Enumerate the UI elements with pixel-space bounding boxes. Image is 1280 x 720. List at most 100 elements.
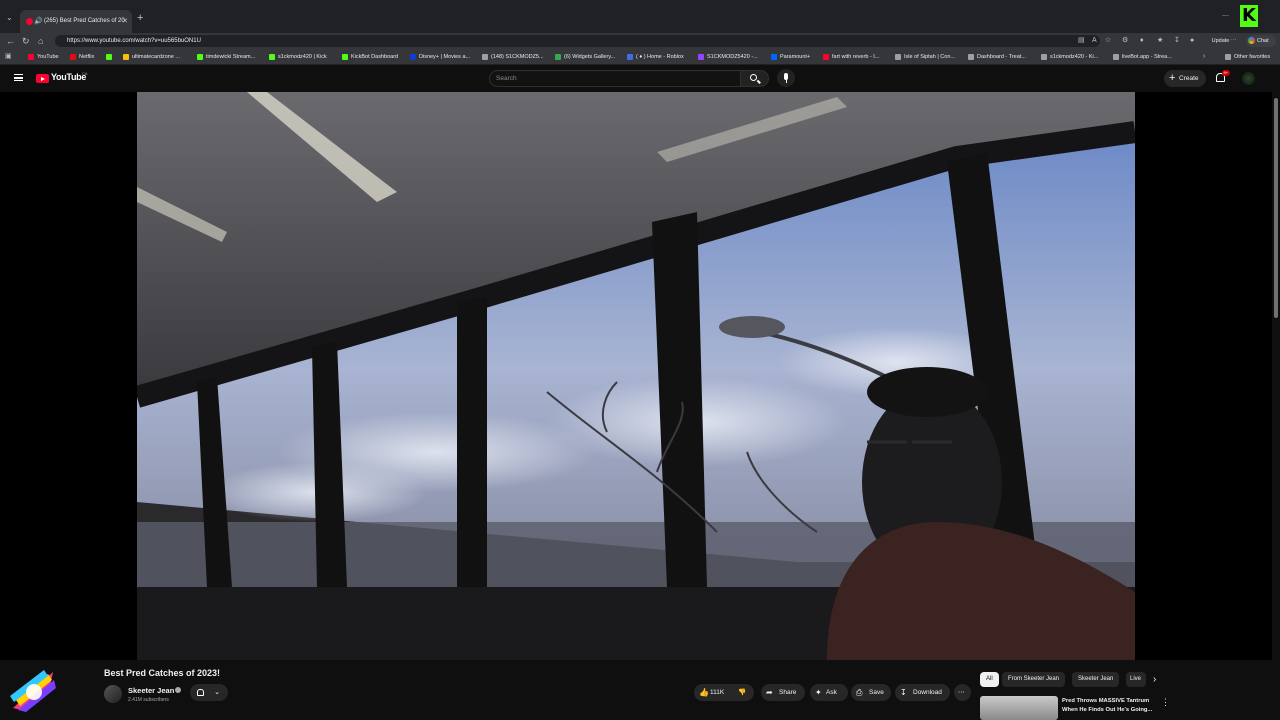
youtube-wordmark[interactable]: YouTube	[51, 72, 86, 82]
address-bar-row: ← ↻ ⌂ https://www.youtube.com/watch?v=uu…	[0, 33, 1280, 49]
video-title: Best Pred Catches of 2023!	[104, 668, 221, 678]
like-button[interactable]: 👍 111K 👎	[694, 684, 754, 701]
share-button[interactable]: ➦ Share	[761, 684, 805, 701]
create-button[interactable]: Create	[1164, 70, 1206, 87]
bookmark-paramount-plus[interactable]: Paramount+	[771, 49, 810, 65]
bookmarks-bar: ▣ YouTube Netflix ultimatecardzone ... t…	[0, 49, 1280, 65]
more-actions-button[interactable]: ⋯	[954, 684, 971, 701]
share-label: Share	[779, 689, 797, 696]
recommended-video-thumbnail[interactable]	[980, 696, 1058, 720]
bookmark-kick-icon-only[interactable]	[106, 49, 115, 65]
bookmark-youtube[interactable]: YouTube	[28, 49, 59, 65]
voice-search-mic-icon[interactable]	[777, 69, 795, 87]
youtube-logo-icon[interactable]	[36, 74, 49, 83]
bookmark-other-favorites[interactable]: Other favorites	[1225, 49, 1270, 65]
bookmark-timdewicki[interactable]: timdewicki Stream...	[197, 49, 255, 65]
search-icon	[750, 74, 757, 81]
notification-badge: 9+	[1222, 70, 1230, 76]
chips-next-chevron-icon[interactable]: ›	[1153, 674, 1156, 685]
download-icon[interactable]: ↧	[1174, 33, 1180, 49]
kick-logo-icon: K	[1240, 5, 1258, 27]
subscriber-count: 2.41M subscribers	[128, 697, 169, 703]
video-info-bar: Best Pred Catches of 2023! Skeeter Jean …	[0, 660, 1280, 720]
audio-playing-icon[interactable]: 🔊	[34, 10, 43, 33]
download-label: Download	[913, 689, 942, 696]
video-player[interactable]	[137, 92, 1135, 660]
subscribed-notification-button[interactable]: ⌄	[190, 684, 228, 701]
chip-from-skeeter-jean[interactable]: From Skeeter Jean	[1002, 672, 1066, 687]
bookmark-s1ckmodz5420[interactable]: S1CKMODZ5420 -...	[698, 49, 758, 65]
recommended-video-title[interactable]: Pred Throws MASSIVE Tantrum When He Find…	[1062, 697, 1162, 715]
more-bookmarks-chevron-icon[interactable]: ›	[1203, 49, 1205, 65]
region-code: CA	[82, 71, 88, 76]
collections-icon[interactable]: ▣	[5, 49, 12, 65]
bell-icon	[197, 689, 204, 696]
update-button[interactable]: Update ⋯	[1206, 35, 1242, 47]
favorite-star-icon[interactable]: ☆	[1105, 33, 1111, 49]
home-icon[interactable]: ⌂	[38, 33, 43, 49]
channel-logo-image[interactable]	[8, 666, 58, 714]
thumbs-up-icon: 👍	[699, 688, 709, 697]
bookmark-isle-of-siptah[interactable]: Isle of Siptah | Con...	[895, 49, 955, 65]
bookmark-ultimatecardzone[interactable]: ultimatecardzone ...	[123, 49, 180, 65]
bookmark-s1ckmodz420-kick[interactable]: s1ckmodz420 | Kick	[269, 49, 327, 65]
dislike-thumbs-down-icon[interactable]: 👎	[738, 684, 746, 701]
profile-avatar-icon[interactable]: ●	[1190, 33, 1194, 49]
share-arrow-icon: ➦	[766, 688, 773, 697]
save-playlist-icon: ⎙	[856, 688, 863, 697]
chip-skeeter-jean[interactable]: Skeeter Jean	[1072, 672, 1120, 687]
extensions-puzzle-icon[interactable]: ♦	[1140, 33, 1144, 49]
bookmark-s1ckmodz5[interactable]: (148) S1CKMODZ5...	[482, 49, 544, 65]
browser-tab-active[interactable]: 🔊 (265) Best Pred Catches of 20 ✕	[20, 10, 132, 33]
bookmark-livebot[interactable]: liveBot.app - Strea...	[1113, 49, 1172, 65]
favorites-icon[interactable]: ★	[1157, 33, 1163, 49]
like-count: 111K	[710, 689, 725, 696]
extension-icon[interactable]: ⚙	[1122, 33, 1128, 49]
youtube-masthead: YouTube CA Search Create 9+	[0, 65, 1280, 92]
search-input[interactable]: Search	[489, 70, 741, 87]
sparkle-icon: ✦	[815, 688, 822, 697]
browser-tab-bar: ⌄ 🔊 (265) Best Pred Catches of 20 ✕ + — …	[0, 0, 1280, 33]
search-button[interactable]	[741, 70, 769, 87]
player-letterbox-right	[1135, 92, 1272, 660]
download-arrow-icon: ↧	[900, 688, 907, 697]
account-avatar[interactable]	[1242, 72, 1255, 85]
channel-avatar[interactable]	[104, 685, 122, 703]
recommended-more-vertical-icon[interactable]: ⋮	[1161, 697, 1170, 708]
chip-all[interactable]: All	[980, 672, 999, 687]
chat-label: Chat	[1257, 38, 1269, 44]
bookmark-netflix[interactable]: Netflix	[70, 49, 94, 65]
more-horizontal-icon: ⋯	[958, 689, 965, 696]
tab-title: (265) Best Pred Catches of 20	[44, 18, 125, 24]
bookmark-roblox[interactable]: ( ♦ ) Home - Roblox	[627, 49, 684, 65]
bookmark-kickbot-dashboard[interactable]: KickBot Dashboard	[342, 49, 398, 65]
close-tab-icon[interactable]: ✕	[122, 10, 128, 33]
bookmark-widgets-gallery[interactable]: (6) Widgets Gallery...	[555, 49, 615, 65]
save-button[interactable]: ⎙ Save	[851, 684, 891, 701]
back-icon[interactable]: ←	[6, 33, 15, 49]
new-tab-icon[interactable]: +	[137, 12, 143, 24]
bookmark-disney-plus[interactable]: Disney+ | Movies a...	[410, 49, 470, 65]
copilot-chat-button[interactable]: Chat	[1246, 35, 1276, 47]
channel-name[interactable]: Skeeter Jean	[128, 686, 174, 695]
menu-hamburger-icon[interactable]	[14, 74, 23, 81]
refresh-icon[interactable]: ↻	[22, 33, 30, 49]
tab-search-chevron-icon[interactable]: ⌄	[6, 13, 13, 22]
video-frame-image	[137, 92, 1135, 660]
bookmark-dashboard-treat[interactable]: Dashboard - Treat...	[968, 49, 1026, 65]
ask-button[interactable]: ✦ Ask	[810, 684, 848, 701]
reader-icon[interactable]: ▤	[1078, 33, 1085, 49]
player-letterbox-left	[0, 92, 137, 660]
minimize-icon[interactable]: —	[1222, 12, 1229, 19]
verified-badge-icon	[175, 687, 181, 693]
chip-live[interactable]: Live	[1126, 672, 1146, 687]
ask-label: Ask	[826, 689, 837, 696]
page-scrollbar[interactable]	[1272, 92, 1280, 720]
scrollbar-thumb[interactable]	[1274, 98, 1278, 318]
read-aloud-icon[interactable]: A	[1092, 33, 1097, 49]
bookmark-fart-with-reverb[interactable]: fart with reverb - I...	[823, 49, 879, 65]
download-button[interactable]: ↧ Download	[895, 684, 950, 701]
bookmark-s1ckmodz420-ki[interactable]: s1ckmodz420 - Ki...	[1041, 49, 1098, 65]
update-label: Update	[1211, 38, 1230, 44]
url-field[interactable]: https://www.youtube.com/watch?v=uu565buO…	[55, 35, 1100, 47]
